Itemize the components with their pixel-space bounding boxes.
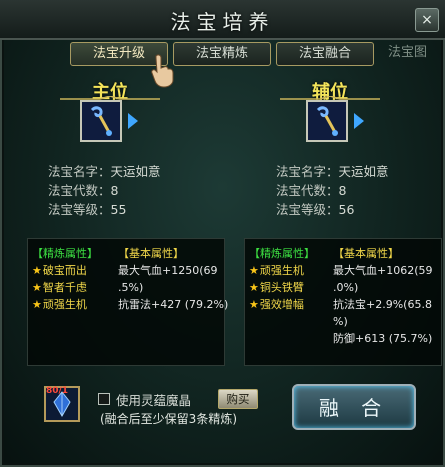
secondary-base-line-1: 最大气血+1062(59 (333, 264, 433, 277)
secondary-base-line-2: .0%) (333, 281, 359, 294)
secondary-refine-column: 【精炼属性】 ★顽强生机 ★铜头铁臂 ★强效增幅 (249, 245, 315, 313)
main-refine-item-3: ★顽强生机 (32, 298, 87, 311)
secondary-name-row: 法宝名字：天运如意 (276, 164, 389, 179)
secondary-base-column: 【基本属性】 最大气血+1062(59 .0%) 抗法宝+2.9%(65.8 %… (333, 245, 433, 347)
ruyi-scepter-icon (308, 102, 346, 140)
main-attribute-box: 【精炼属性】 ★破宝而出 ★智者千虑 ★顽强生机 【基本属性】 最大气血+125… (27, 238, 228, 366)
buy-button[interactable]: 购买 (218, 389, 258, 409)
main-refine-header: 【精炼属性】 (32, 247, 98, 260)
secondary-base-header: 【基本属性】 (333, 247, 399, 260)
secondary-base-line-4: %) (333, 315, 348, 328)
tab-fuse[interactable]: 法宝融合 (276, 42, 374, 66)
tab-refine[interactable]: 法宝精炼 (173, 42, 271, 66)
main-treasure-slot[interactable] (80, 100, 122, 142)
secondary-treasure-slot[interactable] (306, 100, 348, 142)
fuse-button[interactable]: 融 合 (292, 384, 416, 430)
main-level-row: 法宝等级：55 (48, 202, 127, 217)
secondary-refine-header: 【精炼属性】 (249, 247, 315, 260)
secondary-refine-item-1: ★顽强生机 (249, 264, 304, 277)
secondary-refine-item-2: ★铜头铁臂 (249, 281, 304, 294)
hand-cursor-icon (151, 54, 174, 88)
treasure-cultivate-window: 法宝培养 × 法宝升级 法宝精炼 法宝融合 法宝图 主位 法宝名字：天运如意 法… (0, 0, 445, 467)
secondary-base-line-3: 抗法宝+2.9%(65.8 (333, 298, 432, 311)
secondary-level-row: 法宝等级：56 (276, 202, 355, 217)
main-refine-item-1: ★破宝而出 (32, 264, 87, 277)
main-base-line-1: 最大气血+1250(69 (118, 264, 218, 277)
main-slot-arrow-icon[interactable] (128, 113, 138, 129)
main-base-column: 【基本属性】 最大气血+1250(69 .5%) 抗雷法+427 (79.2%) (118, 245, 228, 313)
use-crystal-checkbox[interactable] (98, 393, 110, 405)
title-bar[interactable]: 法宝培养 × (0, 0, 445, 40)
crystal-count: 80/1 (46, 386, 69, 396)
tab-treasure-map[interactable]: 法宝图 (388, 42, 427, 64)
window-title: 法宝培养 (170, 10, 275, 34)
close-button[interactable]: × (415, 8, 439, 32)
main-base-header: 【基本属性】 (118, 247, 184, 260)
secondary-refine-item-3: ★强效增幅 (249, 298, 304, 311)
main-gen-row: 法宝代数：8 (48, 183, 119, 198)
secondary-slot-arrow-icon[interactable] (354, 113, 364, 129)
secondary-base-line-5: 防御+613 (75.7%) (333, 332, 433, 345)
main-name-row: 法宝名字：天运如意 (48, 164, 161, 179)
main-refine-item-2: ★智者千虑 (32, 281, 87, 294)
main-refine-column: 【精炼属性】 ★破宝而出 ★智者千虑 ★顽强生机 (32, 245, 98, 313)
secondary-gen-row: 法宝代数：8 (276, 183, 347, 198)
fuse-hint: (融合后至少保留3条精炼) (100, 412, 237, 426)
secondary-attribute-box: 【精炼属性】 ★顽强生机 ★铜头铁臂 ★强效增幅 【基本属性】 最大气血+106… (244, 238, 442, 366)
ruyi-scepter-icon (82, 102, 120, 140)
use-crystal-label: 使用灵蕴魔晶 (116, 393, 192, 408)
main-base-line-2: .5%) (118, 281, 144, 294)
main-base-line-3: 抗雷法+427 (79.2%) (118, 298, 229, 311)
